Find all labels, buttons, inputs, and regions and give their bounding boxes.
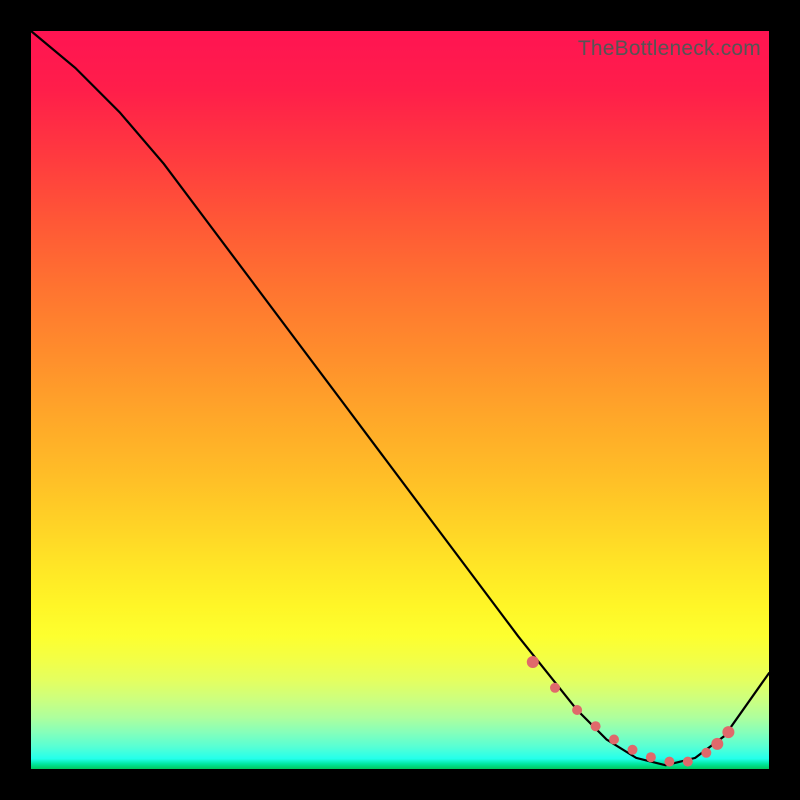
marker-group (527, 656, 735, 767)
marker-dot (664, 757, 674, 767)
marker-dot (683, 757, 693, 767)
chart-frame: TheBottleneck.com (0, 0, 800, 800)
chart-svg (31, 31, 769, 769)
marker-dot (591, 721, 601, 731)
marker-dot (609, 735, 619, 745)
marker-dot (722, 726, 734, 738)
curve-path-group (31, 31, 769, 765)
marker-dot (646, 752, 656, 762)
marker-dot (550, 683, 560, 693)
marker-dot (527, 656, 539, 668)
marker-dot (701, 748, 711, 758)
marker-dot (628, 745, 638, 755)
plot-area: TheBottleneck.com (31, 31, 769, 769)
curve-path (31, 31, 769, 765)
marker-dot (572, 705, 582, 715)
marker-dot (711, 738, 723, 750)
